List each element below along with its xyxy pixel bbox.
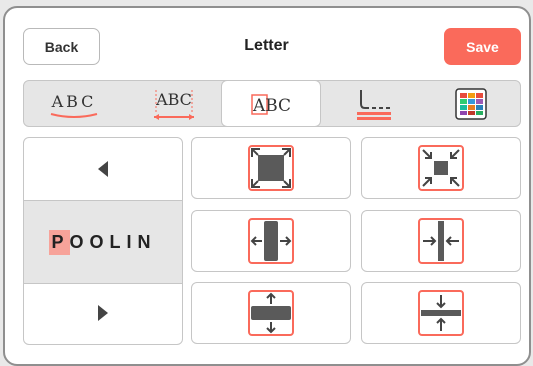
heighten-button[interactable] xyxy=(191,282,351,344)
next-letter-button[interactable] xyxy=(24,282,182,344)
remaining-letters: OOLIN xyxy=(69,231,157,252)
tab-curve-text[interactable]: ABC xyxy=(24,81,124,126)
tab-letter-spacing-label: ABC xyxy=(155,90,192,109)
shrink-horizontal-icon xyxy=(418,218,464,264)
expand-vertical-icon xyxy=(248,290,294,336)
previous-letter-button[interactable] xyxy=(24,138,182,200)
tab-letter-size-label: ABC xyxy=(252,96,291,116)
tab-curve-text-label: ABC xyxy=(51,92,97,111)
shrink-vertical-icon xyxy=(418,290,464,336)
widen-button[interactable] xyxy=(191,210,351,272)
shrink-all-button[interactable] xyxy=(361,137,521,199)
tab-baseline-align[interactable] xyxy=(324,81,424,126)
tab-letter-size[interactable]: ABC xyxy=(221,80,321,127)
color-grid-icon xyxy=(455,87,487,120)
letter-size-icon: ABC xyxy=(251,93,291,116)
narrow-button[interactable] xyxy=(361,210,521,272)
tool-tab-bar: ABC ABC ABC xyxy=(23,80,521,127)
save-button[interactable]: Save xyxy=(444,28,521,65)
tab-color-palette[interactable] xyxy=(422,81,520,126)
shrink-all-icon xyxy=(418,145,464,191)
selected-letter[interactable]: P xyxy=(49,229,70,255)
baseline-underline-icon xyxy=(357,89,391,120)
shorten-button[interactable] xyxy=(361,282,521,344)
letter-spacing-icon: ABC xyxy=(154,89,194,120)
curve-text-icon: ABC xyxy=(51,92,98,118)
tab-letter-spacing[interactable]: ABC xyxy=(124,81,224,126)
letter-word-display: P OOLIN xyxy=(24,200,182,284)
triangle-left-icon xyxy=(98,161,108,177)
letter-selector: P OOLIN xyxy=(23,137,183,345)
triangle-right-icon xyxy=(98,305,108,321)
enlarge-all-button[interactable] xyxy=(191,137,351,199)
expand-all-icon xyxy=(248,145,294,191)
expand-horizontal-icon xyxy=(248,218,294,264)
